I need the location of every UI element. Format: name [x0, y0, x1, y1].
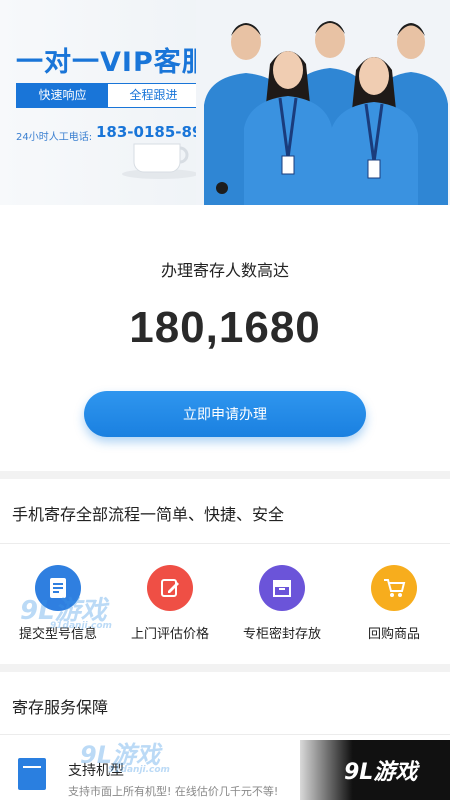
- device-box-icon: [18, 758, 46, 790]
- guarantee-title: 寄存服务保障: [12, 698, 109, 717]
- process-card: 手机寄存全部流程一简单、快捷、安全 提交型号信息 上门评估价格 专柜密封存放 回…: [0, 479, 450, 664]
- edit-icon: [147, 565, 193, 611]
- cart-icon: [371, 565, 417, 611]
- tab-full-followup[interactable]: 全程跟进: [108, 84, 199, 107]
- coffee-cup-image: [122, 143, 198, 179]
- step-sealed-storage[interactable]: 专柜密封存放: [226, 565, 338, 642]
- vip-service-banner[interactable]: 一对一VIP客服 快速响应 全程跟进 24小时人工电话: 183-0185-89…: [0, 0, 450, 205]
- banner-title: 一对一VIP客服: [16, 47, 210, 78]
- apply-now-button[interactable]: 立即申请办理: [84, 391, 366, 437]
- watermark-domain: 91danji.com: [108, 765, 170, 775]
- process-title: 手机寄存全部流程一简单、快捷、安全: [12, 505, 285, 524]
- step-label: 回购商品: [367, 627, 420, 642]
- watermark-domain: 91danji.com: [50, 621, 112, 631]
- tab-fast-response[interactable]: 快速响应: [17, 84, 108, 107]
- watermark-logo: 9L游戏 91danji.com: [80, 735, 170, 775]
- watermark-brand: 9L游戏: [344, 760, 418, 785]
- stats-label: 办理寄存人数高达: [160, 261, 289, 280]
- step-onsite-evaluation[interactable]: 上门评估价格: [114, 565, 226, 642]
- guarantee-item-desc: 支持市面上所有机型! 在线估价几千元不等!: [68, 785, 279, 798]
- customer-service-team-image: [196, 0, 450, 205]
- hotline-label: 24小时人工电话:: [16, 132, 93, 143]
- watermark-logo: 9L游戏 91danji.com: [20, 590, 112, 631]
- divider: [0, 543, 450, 544]
- step-label: 上门评估价格: [130, 627, 209, 642]
- banner-tab-row: 快速响应 全程跟进: [16, 83, 200, 108]
- stats-card: 办理寄存人数高达 180,1680 立即申请办理: [0, 205, 450, 471]
- box-icon: [259, 565, 305, 611]
- watermark-corner: 9L游戏: [300, 740, 450, 800]
- step-buyback[interactable]: 回购商品: [338, 565, 450, 642]
- stats-count: 180,1680: [129, 303, 321, 352]
- divider: [0, 734, 450, 735]
- step-label: 专柜密封存放: [242, 627, 321, 642]
